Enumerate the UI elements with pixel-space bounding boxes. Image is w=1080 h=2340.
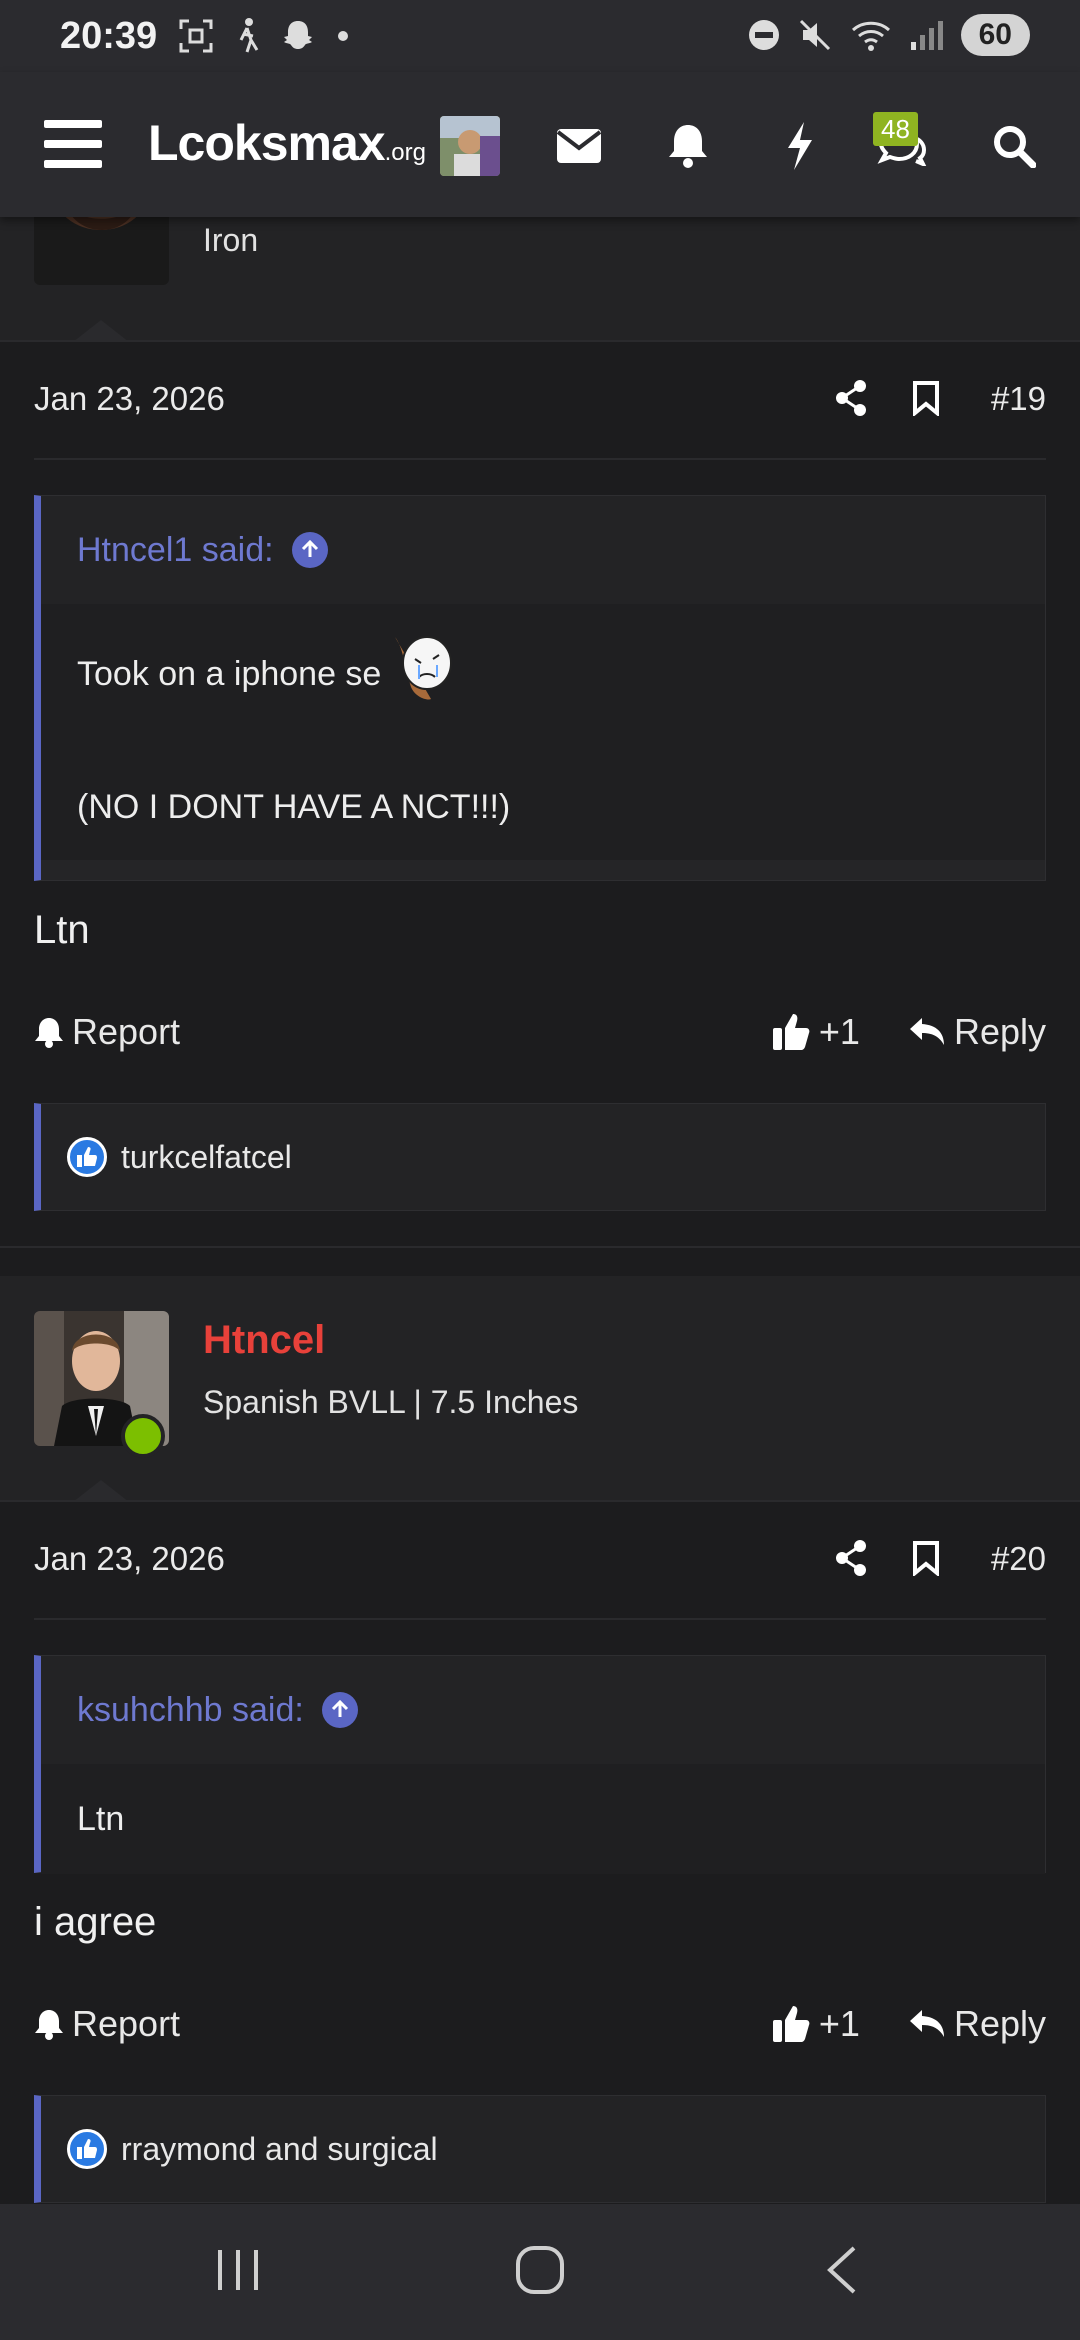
share-icon[interactable] — [834, 380, 868, 421]
post-19-user-rank: Iron — [203, 222, 259, 258]
status-time: 20:39 — [60, 14, 158, 57]
quote-body: Ltn — [41, 1764, 1045, 1874]
account-avatar[interactable] — [440, 116, 500, 176]
post-19-number[interactable]: #19 — [991, 380, 1046, 418]
likers-list[interactable]: turkcelfatcel — [121, 1139, 292, 1176]
bell-icon — [35, 2010, 63, 2040]
post-20-username[interactable]: Htncel — [203, 1318, 325, 1363]
report-button[interactable]: Report — [34, 2003, 180, 2045]
status-icons-right: 60 — [747, 14, 1030, 56]
divider — [0, 340, 1080, 342]
reply-label: Reply — [953, 1011, 1046, 1052]
quote-line-1: Took on a iphone se — [77, 655, 382, 693]
report-label: Report — [72, 2003, 181, 2044]
post-20-number[interactable]: #20 — [991, 1540, 1046, 1578]
quote-author[interactable]: Htncel1 said: — [77, 531, 274, 570]
inbox-icon[interactable] — [553, 120, 605, 172]
bookmark-icon[interactable] — [912, 380, 940, 421]
like-reaction-icon — [67, 1137, 107, 1177]
quote-line-2: (NO I DONT HAVE A NCT!!!) — [77, 788, 511, 826]
status-icons-left — [179, 18, 349, 54]
reply-icon — [909, 1018, 944, 1045]
logo-suffix: .org — [384, 139, 426, 166]
online-status-indicator — [121, 1414, 165, 1458]
divider — [0, 1500, 1080, 1502]
mute-icon — [799, 19, 830, 51]
post-20-text: i agree — [34, 1900, 157, 1944]
like-count: +1 — [818, 1011, 860, 1052]
post-19-quote: Htncel1 said: Took on a iphone se (NO I … — [34, 495, 1046, 881]
snapchat-icon — [284, 21, 313, 49]
reply-button[interactable]: Reply — [908, 1011, 1046, 1053]
report-label: Report — [72, 1011, 181, 1052]
share-icon[interactable] — [834, 1540, 868, 1581]
quote-header[interactable]: Htncel1 said: — [41, 496, 1045, 604]
post-19-likes: turkcelfatcel — [34, 1103, 1046, 1211]
thumbs-up-icon — [772, 2006, 810, 2042]
reply-button[interactable]: Reply — [908, 2003, 1046, 2045]
post-19-actions: Report +1 Reply — [34, 1002, 1046, 1062]
post-divider — [0, 1246, 1080, 1248]
post-20-likes: rraymond and surgical — [34, 2095, 1046, 2203]
likers-list[interactable]: rraymond and surgical — [121, 2131, 438, 2168]
post-19-text: Ltn — [34, 908, 90, 952]
recent-apps-icon[interactable] — [214, 2244, 262, 2301]
reply-icon — [909, 2010, 944, 2037]
quote-author[interactable]: ksuhchhb said: — [77, 1691, 304, 1730]
home-icon[interactable] — [514, 2244, 566, 2301]
quote-jump-icon[interactable] — [291, 532, 328, 568]
post-20-user-rank: Spanish BVLL | 7.5 Inches — [203, 1384, 579, 1420]
userinfo-pointer — [73, 1480, 129, 1502]
post-20-quote: ksuhchhb said: Ltn — [34, 1655, 1046, 1874]
like-button[interactable]: +1 — [771, 2003, 860, 2045]
bell-icon — [35, 1018, 63, 1048]
status-bar: 20:39 60 — [0, 0, 1080, 72]
back-icon[interactable] — [822, 2244, 862, 2301]
post-19-date[interactable]: Jan 23, 2026 — [34, 380, 225, 418]
quote-line-1: Ltn — [77, 1800, 125, 1838]
quote-body: Took on a iphone se (NO I DONT HAVE A NC… — [41, 604, 1045, 860]
divider — [34, 458, 1046, 460]
alerts-icon[interactable] — [662, 120, 714, 172]
report-button[interactable]: Report — [34, 1011, 180, 1053]
divider — [34, 1618, 1046, 1620]
site-logo[interactable]: Lcoksmax.org — [148, 114, 426, 172]
wifi-icon — [851, 21, 890, 51]
dnd-icon — [748, 20, 779, 50]
conversations-badge: 48 — [873, 112, 918, 146]
reply-label: Reply — [953, 2003, 1046, 2044]
thumbs-up-icon — [772, 1014, 810, 1050]
walking-icon — [239, 18, 259, 53]
site-header: Lcoksmax.org 48 — [0, 72, 1080, 217]
signal-icon — [910, 21, 943, 50]
bookmark-icon[interactable] — [912, 1540, 940, 1581]
whats-new-icon[interactable] — [774, 120, 826, 172]
post-20-date[interactable]: Jan 23, 2026 — [34, 1540, 225, 1578]
quote-jump-icon[interactable] — [321, 1692, 358, 1728]
logo-text: Lcoksmax — [148, 115, 386, 171]
system-nav-bar — [0, 2204, 1080, 2340]
screenshot-icon — [179, 19, 213, 53]
quote-header[interactable]: ksuhchhb said: — [41, 1656, 1045, 1764]
menu-icon[interactable] — [44, 120, 102, 168]
userinfo-pointer — [73, 320, 129, 342]
post-20-actions: Report +1 Reply — [34, 1994, 1046, 2054]
like-button[interactable]: +1 — [771, 1011, 860, 1053]
like-count: +1 — [818, 2003, 860, 2044]
battery-indicator: 60 — [960, 14, 1030, 56]
dot-icon — [338, 31, 349, 41]
crying-wojak-emoji — [389, 633, 455, 715]
like-reaction-icon — [67, 2129, 107, 2169]
search-icon[interactable] — [988, 120, 1040, 172]
